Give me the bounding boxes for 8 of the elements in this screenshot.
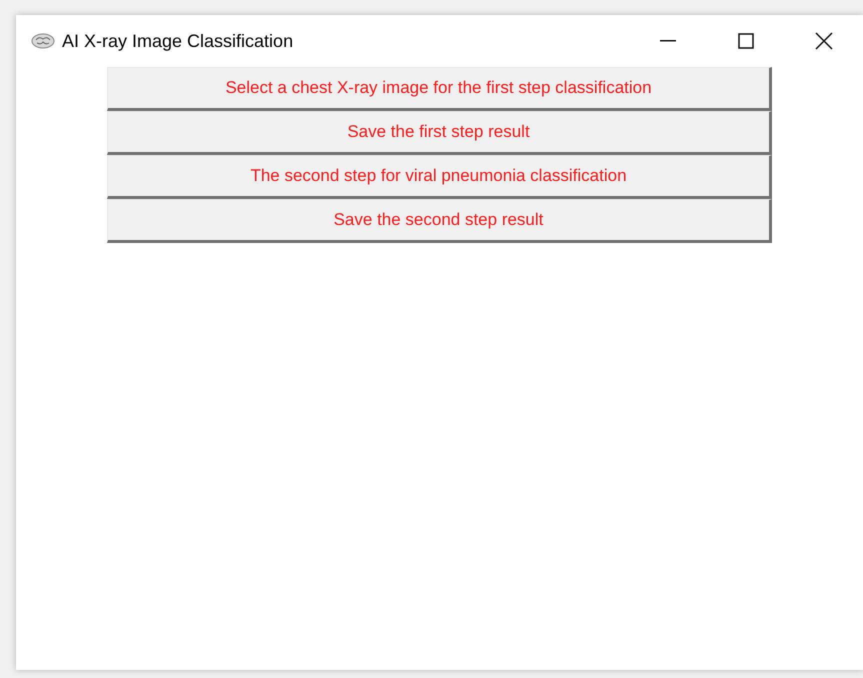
action-button[interactable]: Save the second step result (107, 199, 772, 243)
window-title: AI X-ray Image Classification (62, 30, 294, 53)
action-button[interactable]: Save the first step result (107, 111, 772, 155)
action-button[interactable]: The second step for viral pneumonia classification (107, 155, 772, 199)
close-icon (815, 32, 833, 50)
minimize-icon (660, 40, 676, 42)
action-button[interactable]: Select a chest X-ray image for the first step classification (107, 67, 772, 111)
maximize-icon (738, 33, 754, 49)
